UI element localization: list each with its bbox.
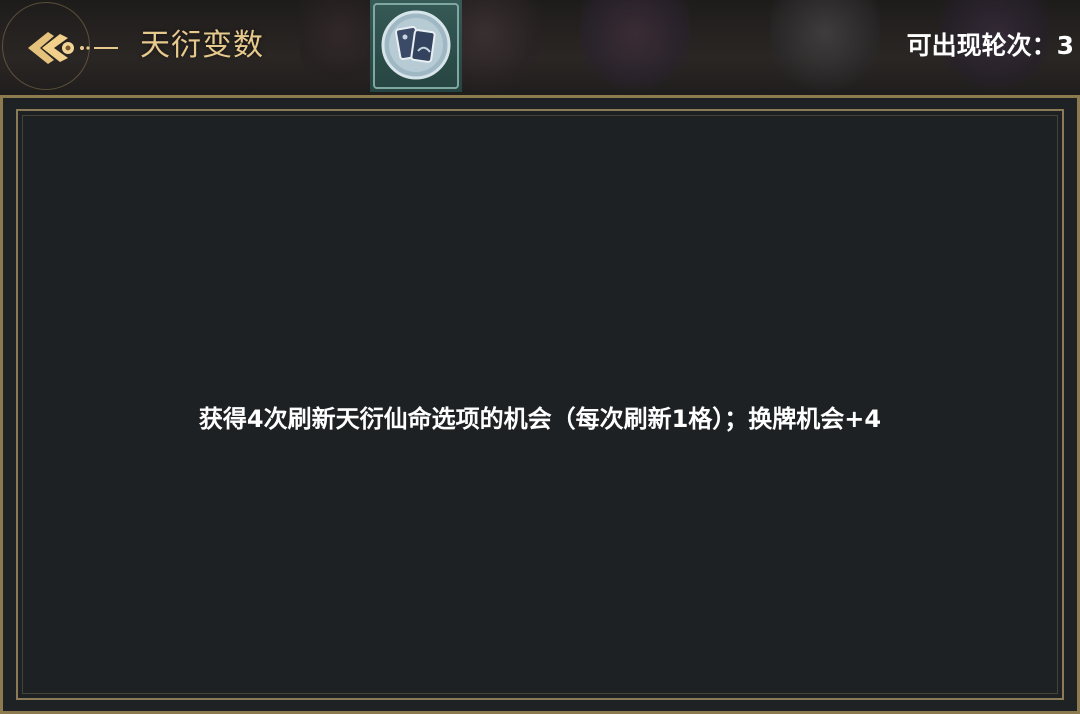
page-title: 天衍变数 (140, 28, 264, 63)
background-card-orb (580, 0, 690, 92)
cards-icon (381, 10, 451, 80)
top-bar: 天衍变数 可出现轮次： 3 (0, 0, 1080, 96)
card-description: 获得4次刷新天衍仙命选项的机会（每次刷新1格）；换牌机会+4 (198, 405, 882, 433)
rounds-value: 3 (1056, 31, 1074, 60)
rounds-indicator: 可出现轮次： 3 (907, 26, 1074, 66)
background-card-orb (770, 0, 880, 92)
rounds-label: 可出现轮次： (906, 31, 1057, 60)
description-panel: 获得4次刷新天衍仙命选项的机会（每次刷新1格）；换牌机会+4 (0, 95, 1080, 714)
selected-card-tile[interactable] (370, 0, 462, 92)
game-screen: 天衍变数 可出现轮次： 3 获得4次刷新天衍仙命选项的机会（每次刷新1格）；换牌… (0, 0, 1080, 714)
back-button[interactable] (2, 2, 120, 90)
description-panel-inner: 获得4次刷新天衍仙命选项的机会（每次刷新1格）；换牌机会+4 (16, 109, 1064, 700)
back-arrow-icon (28, 32, 118, 64)
background-card-orb (300, 0, 380, 92)
